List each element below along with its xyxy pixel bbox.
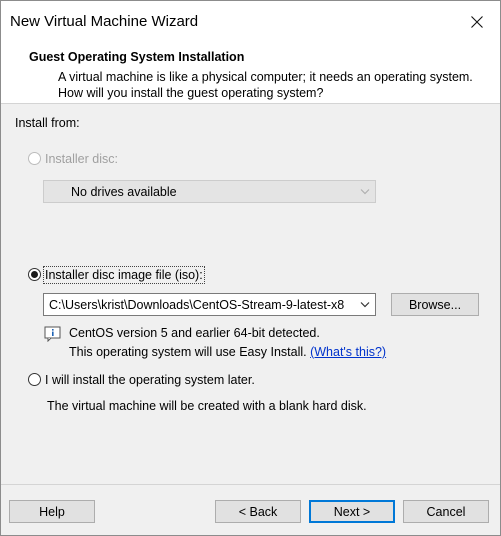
next-button-label: Next > [333, 504, 371, 519]
iso-label: Installer disc image file (iso): [43, 266, 205, 284]
easy-install-text: This operating system will use Easy Inst… [69, 345, 307, 359]
install-later-radio[interactable] [28, 373, 41, 386]
easy-install-message: This operating system will use Easy Inst… [69, 345, 386, 359]
close-button[interactable] [454, 1, 500, 42]
installer-disc-dropdown[interactable]: No drives available [43, 180, 376, 203]
installer-disc-radio[interactable] [28, 152, 41, 165]
wizard-header: Guest Operating System Installation A vi… [1, 42, 500, 104]
window-title: New Virtual Machine Wizard [10, 13, 199, 30]
next-button[interactable]: Next > [309, 500, 395, 523]
install-later-label: I will install the operating system late… [45, 373, 255, 387]
install-from-label: Install from: [15, 116, 80, 130]
page-title: Guest Operating System Installation [29, 50, 245, 64]
install-later-description: The virtual machine will be created with… [47, 399, 367, 413]
page-description: A virtual machine is like a physical com… [58, 70, 473, 100]
installer-disc-dropdown-value: No drives available [71, 185, 177, 199]
cancel-button-label: Cancel [426, 504, 466, 519]
cancel-button[interactable]: Cancel [403, 500, 489, 523]
info-icon [44, 326, 61, 342]
title-bar: New Virtual Machine Wizard [1, 1, 500, 42]
browse-button-label: Browse... [408, 297, 462, 312]
iso-path-combo[interactable]: C:\Users\krist\Downloads\CentOS-Stream-9… [43, 293, 376, 316]
help-button[interactable]: Help [9, 500, 95, 523]
detection-message: CentOS version 5 and earlier 64-bit dete… [69, 326, 320, 340]
chevron-down-icon [360, 302, 370, 308]
footer-bar: Help < Back Next > Cancel [1, 484, 500, 535]
installer-disc-label: Installer disc: [45, 152, 118, 166]
close-icon [471, 15, 483, 28]
iso-radio[interactable] [28, 268, 41, 281]
chevron-down-icon [360, 189, 370, 195]
wizard-window: New Virtual Machine Wizard Guest Operati… [0, 0, 501, 536]
back-button-label: < Back [238, 504, 278, 519]
back-button[interactable]: < Back [215, 500, 301, 523]
iso-path-value: C:\Users\krist\Downloads\CentOS-Stream-9… [49, 298, 345, 312]
whats-this-link[interactable]: (What's this?) [310, 345, 386, 359]
browse-button[interactable]: Browse... [391, 293, 479, 316]
help-button-label: Help [39, 504, 65, 519]
